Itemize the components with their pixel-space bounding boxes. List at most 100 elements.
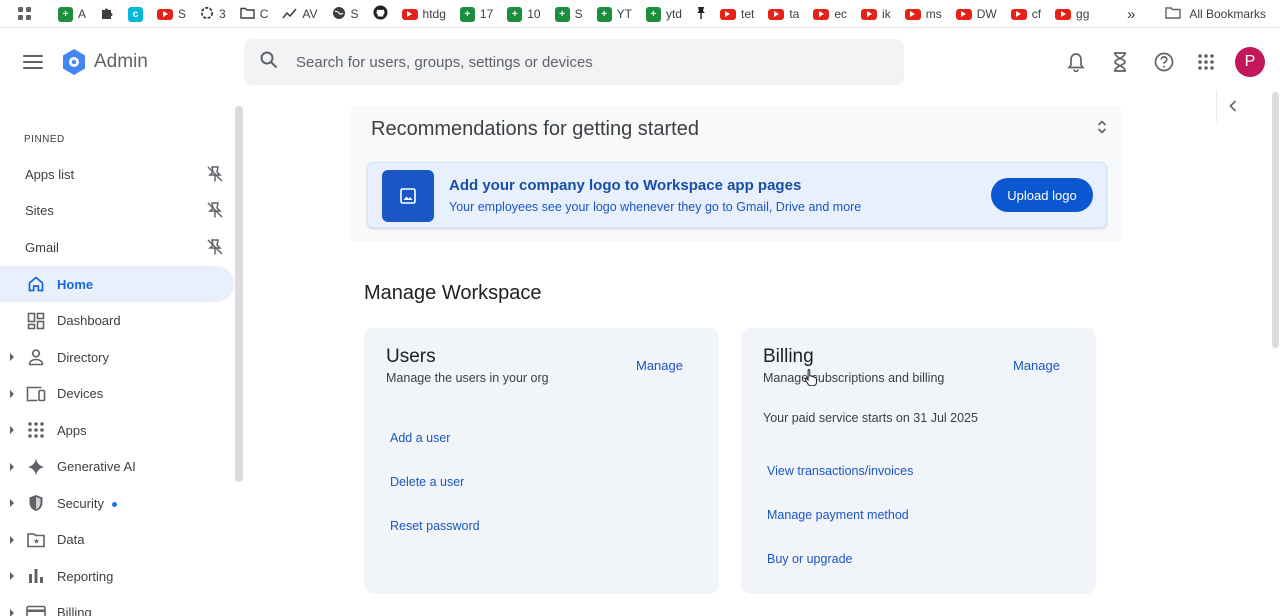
youtube-icon	[813, 8, 830, 20]
side-panel-collapse-button[interactable]	[1216, 90, 1248, 122]
unpin-icon[interactable]	[206, 238, 224, 259]
main-menu-button[interactable]	[22, 52, 44, 72]
expand-caret-icon[interactable]	[10, 572, 14, 580]
bookmarks-overflow-button[interactable]: »	[1127, 6, 1135, 23]
expand-caret-icon[interactable]	[10, 353, 14, 361]
sidebar-item-home[interactable]: Home	[0, 266, 234, 302]
reset-password-link[interactable]: Reset password	[390, 519, 480, 533]
hand-pointer-cursor-icon	[804, 368, 818, 391]
search-input[interactable]	[296, 53, 856, 71]
bookmark-label: htdg	[422, 7, 446, 21]
sheets-icon: +	[507, 6, 523, 22]
bookmark-item[interactable]: ms	[904, 7, 942, 21]
youtube-icon	[861, 8, 878, 20]
bookmark-label: ms	[925, 7, 942, 21]
bookmark-item[interactable]: c	[128, 6, 144, 22]
expand-caret-icon[interactable]	[10, 608, 14, 616]
buy-upgrade-link[interactable]: Buy or upgrade	[767, 552, 852, 566]
sidebar-item-label: Devices	[57, 386, 104, 401]
bookmark-item[interactable]: htdg	[401, 7, 446, 21]
main-scrollbar[interactable]	[1272, 92, 1279, 348]
expand-caret-icon[interactable]	[10, 426, 14, 434]
manage-workspace-title: Manage Workspace	[364, 282, 542, 304]
billing-card-subtitle: Manage subscriptions and billing	[763, 371, 945, 385]
sidebar-item-generative-ai[interactable]: Generative AI	[0, 449, 234, 485]
sidebar-scrollbar[interactable]	[235, 106, 243, 482]
teal-app-icon: c	[128, 6, 144, 22]
google-admin-hexagon-icon	[63, 49, 85, 75]
upload-logo-button[interactable]: Upload logo	[991, 178, 1093, 212]
manage-payment-link[interactable]: Manage payment method	[767, 508, 909, 522]
unpin-icon[interactable]	[206, 201, 224, 222]
bar-chart-icon	[26, 566, 46, 586]
pinned-item-sites[interactable]: Sites	[0, 192, 232, 228]
apps-grid-icon[interactable]	[18, 7, 32, 24]
expand-caret-icon[interactable]	[10, 535, 14, 544]
bookmark-item[interactable]: tet	[719, 7, 754, 21]
tasks-hourglass-icon[interactable]	[1108, 50, 1132, 74]
pinned-item-label: Gmail	[25, 239, 59, 255]
bookmark-item[interactable]: AV	[282, 7, 318, 22]
bookmark-item[interactable]: +17	[459, 6, 493, 22]
account-avatar[interactable]: P	[1235, 47, 1265, 77]
bookmark-label: DW	[976, 7, 997, 21]
view-transactions-link[interactable]: View transactions/invoices	[767, 464, 913, 478]
bookmark-item[interactable]: cf	[1010, 7, 1041, 21]
sidebar-item-label: Data	[57, 532, 85, 547]
bookmark-item[interactable]: 3	[200, 6, 226, 23]
youtube-icon	[768, 8, 785, 20]
pin-icon	[696, 6, 706, 23]
bookmark-item[interactable]: ik	[861, 7, 891, 21]
unpin-icon[interactable]	[206, 165, 224, 186]
expand-collapse-icon[interactable]	[1097, 120, 1107, 139]
sidebar-item-devices[interactable]: Devices	[0, 376, 234, 412]
bookmark-item[interactable]: C	[240, 7, 268, 22]
admin-logo[interactable]: Admin	[60, 48, 148, 76]
expand-caret-icon[interactable]	[10, 462, 14, 471]
pinned-item-gmail[interactable]: Gmail	[0, 229, 232, 265]
bookmark-item[interactable]: gg	[1055, 7, 1089, 21]
bookmark-item[interactable]	[100, 6, 114, 23]
bookmark-item[interactable]	[696, 6, 706, 23]
expand-caret-icon[interactable]	[10, 499, 14, 507]
bookmark-item[interactable]: + ytd	[645, 6, 682, 22]
bookmark-item[interactable]: S	[157, 7, 186, 21]
bookmark-item[interactable]: ta	[768, 7, 799, 21]
bookmark-item[interactable]: S	[332, 6, 359, 23]
bookmark-item[interactable]: + YT	[596, 6, 632, 22]
delete-user-link[interactable]: Delete a user	[390, 475, 464, 489]
google-apps-grid-icon[interactable]	[1194, 50, 1218, 74]
bookmark-item[interactable]: + S	[554, 6, 583, 22]
sidebar-item-security[interactable]: Security	[0, 485, 234, 521]
card-icon	[26, 603, 46, 616]
bookmark-label: A	[78, 7, 87, 21]
shield-icon	[26, 493, 46, 513]
search-bar[interactable]	[244, 39, 904, 85]
sidebar-item-data[interactable]: Data	[0, 522, 234, 558]
sidebar-item-directory[interactable]: Directory	[0, 339, 234, 375]
all-bookmarks-button[interactable]: All Bookmarks	[1189, 7, 1266, 21]
bookmark-item[interactable]: DW	[955, 7, 997, 21]
sidebar-item-billing[interactable]: Billing	[0, 595, 234, 616]
folder-data-icon	[26, 530, 46, 550]
bookmark-item[interactable]	[373, 5, 388, 23]
chevron-left-icon	[1228, 100, 1236, 112]
add-user-link[interactable]: Add a user	[390, 431, 450, 445]
sidebar-item-dashboard[interactable]: Dashboard	[0, 303, 234, 339]
pinned-item-apps-list[interactable]: Apps list	[0, 156, 232, 192]
users-manage-link[interactable]: Manage	[636, 358, 683, 373]
trend-icon	[282, 7, 297, 22]
youtube-icon	[1055, 8, 1072, 20]
help-icon[interactable]	[1152, 50, 1176, 74]
youtube-icon	[401, 8, 418, 20]
bookmark-label: 10	[527, 7, 541, 21]
bookmark-item[interactable]: + A	[58, 6, 87, 22]
expand-caret-icon[interactable]	[10, 389, 14, 398]
bookmark-item[interactable]: +10	[507, 6, 541, 22]
notifications-bell-icon[interactable]	[1064, 50, 1088, 74]
bookmark-item[interactable]: ec	[813, 7, 847, 21]
billing-manage-link[interactable]: Manage	[1013, 358, 1060, 373]
sidebar-item-reporting[interactable]: Reporting	[0, 558, 234, 594]
sidebar-item-label: Apps	[57, 422, 87, 438]
sidebar-item-apps[interactable]: Apps	[0, 412, 234, 448]
